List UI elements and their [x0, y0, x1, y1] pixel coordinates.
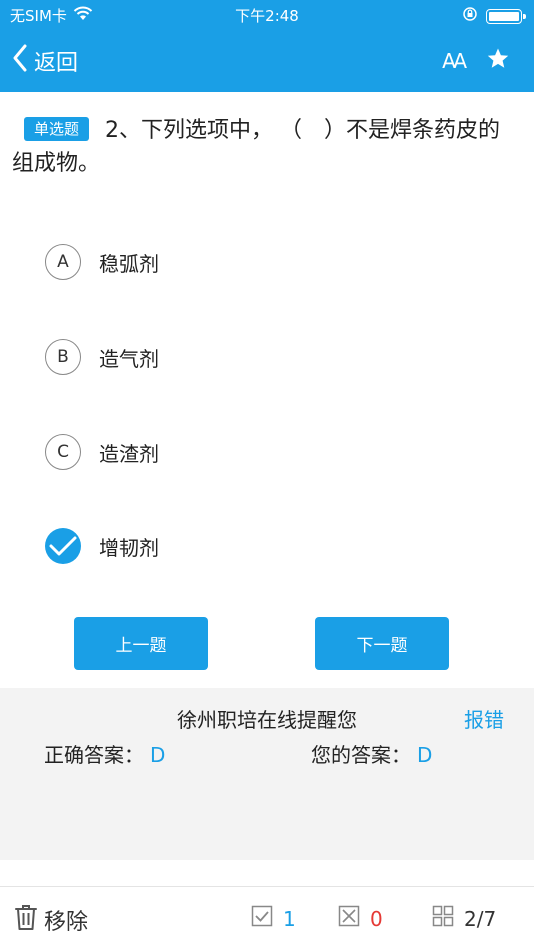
correct-answer: 正确答案： D	[44, 739, 165, 768]
nav-bar: 返回 AA	[0, 30, 534, 92]
correct-count-stat[interactable]: 1	[251, 905, 296, 932]
prev-question-button[interactable]: 上一题	[74, 617, 208, 670]
correct-answer-label: 正确答案：	[44, 743, 144, 767]
back-button[interactable]: 返回	[12, 44, 78, 78]
wrong-count: 0	[370, 906, 383, 931]
nav-actions: AA	[442, 47, 510, 75]
question-type-badge: 单选题	[24, 117, 90, 141]
back-label: 返回	[34, 51, 79, 76]
status-right	[462, 6, 526, 26]
your-answer-label: 您的答案：	[311, 743, 411, 767]
option-c-circle: C	[45, 434, 81, 470]
status-time: 下午2:48	[235, 7, 299, 25]
option-a[interactable]: A 稳弧剂	[45, 244, 159, 280]
remove-button[interactable]: 移除	[14, 903, 88, 937]
option-a-circle: A	[45, 244, 81, 280]
trash-icon	[14, 903, 38, 937]
option-d-text: 增韧剂	[99, 535, 159, 560]
checkbox-checked-icon	[251, 905, 273, 932]
bottom-bar: 移除 1 0 2/7	[0, 886, 534, 951]
font-size-icon[interactable]: AA	[442, 49, 467, 73]
panel-title: 徐州职培在线提醒您	[177, 708, 357, 732]
option-a-text: 稳弧剂	[99, 251, 159, 276]
report-error-link[interactable]: 报错	[464, 704, 504, 733]
next-question-button[interactable]: 下一题	[315, 617, 449, 670]
rotation-lock-icon	[462, 6, 478, 26]
option-d[interactable]: 增韧剂	[45, 528, 159, 564]
status-bar: 无SIM卡 下午2:48	[0, 0, 534, 30]
option-b-text: 造气剂	[99, 346, 159, 371]
checkmark-icon	[45, 528, 81, 564]
answer-panel: 徐州职培在线提醒您 报错 正确答案： D 您的答案： D	[0, 688, 534, 860]
option-b[interactable]: B 造气剂	[45, 339, 159, 375]
option-b-circle: B	[45, 339, 81, 375]
question-block: 单选题 2、下列选项中， （ ）不是焊条药皮的组成物。	[12, 114, 512, 180]
grid-icon	[432, 905, 454, 932]
wrong-count-stat[interactable]: 0	[338, 905, 383, 932]
your-answer: 您的答案： D	[311, 739, 432, 768]
correct-count: 1	[283, 906, 296, 931]
progress-stat[interactable]: 2/7	[432, 905, 496, 932]
progress-text: 2/7	[464, 906, 497, 931]
remove-label: 移除	[44, 910, 89, 935]
checkbox-cross-icon	[338, 905, 360, 932]
battery-icon	[486, 8, 526, 24]
option-c[interactable]: C 造渣剂	[45, 434, 159, 470]
option-c-text: 造渣剂	[99, 441, 159, 466]
chevron-left-icon	[12, 44, 28, 78]
correct-answer-value: D	[150, 743, 166, 767]
your-answer-value: D	[417, 743, 433, 767]
star-icon[interactable]	[486, 47, 510, 75]
